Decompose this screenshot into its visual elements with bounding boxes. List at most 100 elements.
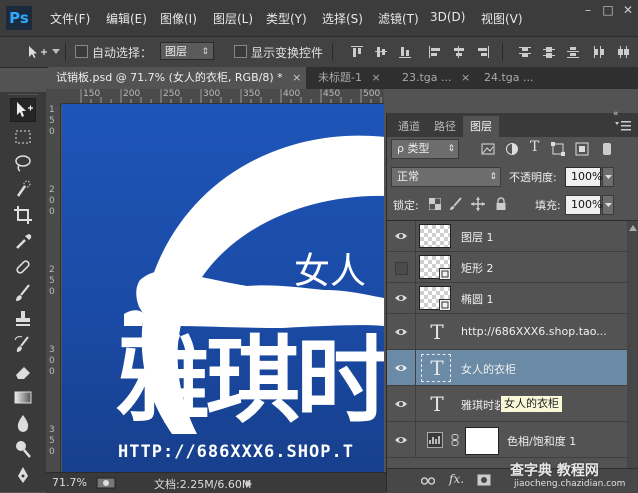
fx-icon[interactable]: fx. bbox=[449, 472, 464, 486]
filter-pixel-icon[interactable] bbox=[481, 142, 495, 156]
layer-name: 矩形 2 bbox=[461, 262, 494, 275]
add-mask-icon[interactable] bbox=[477, 474, 491, 486]
filter-adjustment-icon[interactable] bbox=[505, 142, 519, 156]
menu-view[interactable]: 视图(V) bbox=[481, 10, 523, 27]
eye-icon[interactable] bbox=[394, 362, 408, 374]
zoom-level[interactable]: 71.7% bbox=[52, 476, 87, 489]
tab-close-icon[interactable]: × bbox=[371, 71, 380, 84]
filter-toggle[interactable] bbox=[603, 143, 611, 155]
tab-layers[interactable]: 图层 bbox=[463, 116, 499, 137]
auto-select-checkbox[interactable] bbox=[75, 45, 88, 58]
tab-channels[interactable]: 通道 bbox=[391, 116, 427, 137]
fill-slider-button[interactable] bbox=[602, 195, 614, 215]
play-icon[interactable] bbox=[246, 480, 252, 488]
link-icon[interactable] bbox=[451, 434, 459, 446]
layer-row[interactable]: 图层 1 bbox=[387, 221, 627, 252]
align-vcenter-icon[interactable] bbox=[374, 45, 388, 59]
distribute-top-icon[interactable] bbox=[518, 45, 532, 59]
close-button[interactable]: ✕ bbox=[620, 3, 636, 17]
eye-icon[interactable] bbox=[394, 326, 408, 338]
align-top-icon[interactable] bbox=[350, 45, 364, 59]
menu-file[interactable]: 文件(F) bbox=[50, 10, 90, 27]
tab-document[interactable]: 23.tga ... × bbox=[394, 67, 474, 89]
layer-row[interactable]: 矩形 2 bbox=[387, 252, 627, 283]
opacity-slider-button[interactable] bbox=[602, 167, 614, 187]
eye-icon[interactable] bbox=[394, 230, 408, 242]
scroll-up-icon[interactable] bbox=[629, 225, 637, 231]
filter-shape-icon[interactable] bbox=[551, 142, 565, 156]
eye-icon[interactable] bbox=[394, 292, 408, 304]
align-hcenter-icon[interactable] bbox=[452, 45, 466, 59]
layer-row[interactable]: 色相/饱和度 1 bbox=[387, 422, 627, 458]
document-info[interactable]: 文档:2.25M/6.60M bbox=[154, 476, 251, 492]
layer-row-selected[interactable]: T 女人的衣柜 bbox=[387, 350, 627, 386]
proof-icon[interactable] bbox=[96, 477, 116, 489]
layer-filter-dropdown[interactable]: ρ 类型 ⇕ bbox=[391, 139, 459, 159]
blur-tool-icon[interactable] bbox=[12, 412, 34, 434]
tab-paths[interactable]: 路径 bbox=[427, 116, 463, 137]
menu-layer[interactable]: 图层(L) bbox=[213, 10, 253, 27]
lock-position-icon[interactable] bbox=[471, 197, 485, 211]
history-brush-tool-icon[interactable] bbox=[12, 334, 34, 356]
layers-scrollbar[interactable] bbox=[627, 221, 638, 492]
align-bottom-icon[interactable] bbox=[398, 45, 412, 59]
menu-image[interactable]: 图像(I) bbox=[160, 10, 197, 27]
minimize-button[interactable]: – bbox=[580, 3, 596, 17]
tab-active-document[interactable]: 试销板.psd @ 71.7% (女人的衣柜, RGB/8) * × bbox=[48, 67, 306, 89]
vertical-ruler[interactable]: 1 5 0 2 0 0 2 5 0 3 0 0 3 5 0 bbox=[46, 103, 61, 473]
menu-select[interactable]: 选择(S) bbox=[322, 10, 363, 27]
align-left-icon[interactable] bbox=[428, 45, 442, 59]
move-tool-icon[interactable] bbox=[26, 44, 48, 60]
distribute-vcenter-icon[interactable] bbox=[542, 45, 556, 59]
auto-select-dropdown[interactable]: 图层 ⇕ bbox=[160, 42, 214, 60]
eye-icon[interactable] bbox=[394, 398, 408, 410]
layer-row[interactable]: T http://686XXX6.shop.tao... bbox=[387, 314, 627, 350]
tab-close-icon[interactable]: × bbox=[461, 71, 470, 84]
tab-document[interactable]: 未标题-1 × bbox=[310, 67, 392, 89]
eye-icon[interactable] bbox=[394, 434, 408, 446]
horizontal-ruler[interactable]: 150 200 250 300 350 400 450 500 bbox=[62, 89, 384, 104]
clone-stamp-tool-icon[interactable] bbox=[12, 308, 34, 330]
marquee-tool-icon[interactable] bbox=[12, 126, 34, 148]
opacity-input[interactable]: 100% bbox=[565, 167, 602, 187]
dodge-tool-icon[interactable] bbox=[12, 438, 34, 460]
tab-close-icon[interactable]: × bbox=[292, 71, 301, 84]
menu-3d[interactable]: 3D(D) bbox=[430, 10, 465, 24]
distribute-left-icon[interactable] bbox=[592, 45, 606, 59]
healing-brush-tool-icon[interactable] bbox=[12, 256, 34, 278]
collapse-icon[interactable]: « bbox=[613, 109, 619, 119]
fill-input[interactable]: 100% bbox=[565, 195, 602, 215]
menu-edit[interactable]: 编辑(E) bbox=[106, 10, 147, 27]
maximize-button[interactable]: □ bbox=[600, 3, 616, 17]
quick-select-tool-icon[interactable] bbox=[12, 178, 34, 200]
auto-select-value: 图层 bbox=[165, 45, 187, 58]
pen-tool-icon[interactable] bbox=[12, 464, 34, 486]
tab-document[interactable]: 24.tga ... bbox=[476, 67, 556, 89]
lasso-tool-icon[interactable] bbox=[12, 152, 34, 174]
show-transform-checkbox[interactable] bbox=[234, 45, 247, 58]
filter-type-icon[interactable]: T bbox=[530, 139, 539, 155]
eraser-tool-icon[interactable] bbox=[12, 360, 34, 382]
blend-mode-dropdown[interactable]: 正常 ⇕ bbox=[391, 167, 501, 187]
visibility-toggle[interactable] bbox=[395, 262, 408, 275]
link-layers-icon[interactable] bbox=[421, 476, 435, 486]
eyedropper-tool-icon[interactable] bbox=[12, 230, 34, 252]
document-canvas[interactable]: 女人 雅琪时 HTTP://686XXX6.SHOP.T bbox=[62, 104, 384, 472]
crop-tool-icon[interactable] bbox=[12, 204, 34, 226]
filter-smart-object-icon[interactable] bbox=[575, 142, 589, 156]
lock-transparent-icon[interactable] bbox=[429, 198, 441, 210]
distribute-hcenter-icon[interactable] bbox=[616, 45, 630, 59]
gradient-tool-icon[interactable] bbox=[12, 386, 34, 408]
menu-filter[interactable]: 滤镜(T) bbox=[378, 10, 419, 27]
layer-row[interactable]: 椭圆 1 bbox=[387, 283, 627, 314]
brush-tool-icon[interactable] bbox=[12, 282, 34, 304]
move-tool-icon[interactable] bbox=[10, 98, 36, 122]
ruler-label: 0 bbox=[49, 207, 55, 217]
distribute-bottom-icon[interactable] bbox=[566, 45, 580, 59]
align-right-icon[interactable] bbox=[476, 45, 490, 59]
chevron-down-icon[interactable] bbox=[52, 49, 60, 55]
lock-all-icon[interactable] bbox=[495, 197, 507, 211]
panel-menu-icon[interactable] bbox=[615, 121, 631, 131]
menu-type[interactable]: 类型(Y) bbox=[266, 10, 307, 27]
lock-pixels-icon[interactable] bbox=[449, 197, 463, 211]
